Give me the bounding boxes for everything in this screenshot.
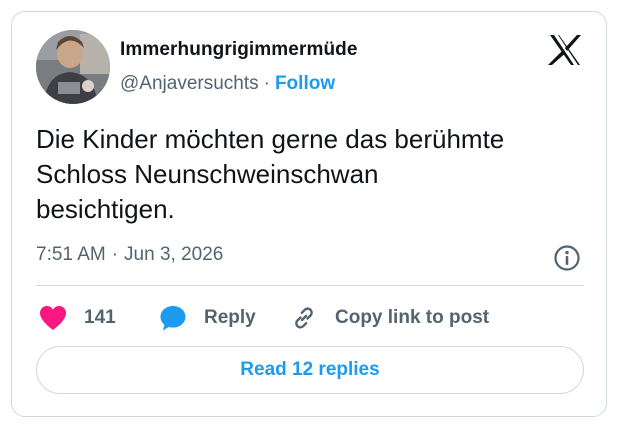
tweet-text: Die Kinder möchten gerne das berühmte Sc… xyxy=(36,124,505,224)
tweet-card: Immerhungrigimmermüde @Anjaversuchts · Fol… xyxy=(11,11,607,417)
like-count: 141 xyxy=(84,307,116,328)
copy-link-label: Copy link to post xyxy=(335,307,490,328)
profile-photo xyxy=(36,30,110,104)
separator-dot: · xyxy=(263,73,270,94)
meta-separator: · xyxy=(111,244,119,265)
copy-link-button[interactable]: Copy link to post xyxy=(289,302,489,334)
info-icon[interactable] xyxy=(553,244,581,272)
author-handle[interactable]: @Anjaversuchts xyxy=(120,73,259,94)
author-display-name[interactable]: Immerhungrigimmermüde xyxy=(120,39,358,61)
tweet-timestamp[interactable]: 7:51 AM · Jun 3, 2026 xyxy=(36,244,223,266)
avatar[interactable] xyxy=(36,30,110,104)
x-logo-icon[interactable] xyxy=(548,34,582,66)
link-icon xyxy=(289,303,319,333)
tweet-date: Jun 3, 2026 xyxy=(124,244,224,265)
follow-link[interactable]: Follow xyxy=(275,73,335,94)
author-handle-row: @Anjaversuchts · Follow xyxy=(120,73,335,95)
divider xyxy=(36,285,584,286)
like-button[interactable]: 141 xyxy=(38,302,116,334)
speech-bubble-icon xyxy=(158,303,188,333)
reply-button[interactable]: Reply xyxy=(158,302,256,334)
tweet-time: 7:51 AM xyxy=(36,244,106,265)
reply-label: Reply xyxy=(204,307,256,328)
read-replies-button[interactable]: Read 12 replies xyxy=(36,346,584,394)
heart-icon xyxy=(38,303,68,333)
